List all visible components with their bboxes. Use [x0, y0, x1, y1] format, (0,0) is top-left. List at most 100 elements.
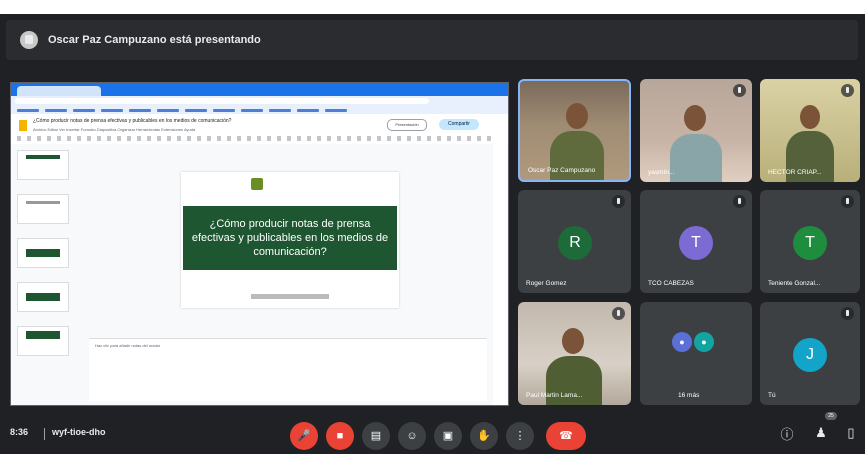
participant-name: Oscar Paz Campuzano: [528, 167, 596, 174]
chat-button[interactable]: ▯: [842, 424, 860, 442]
doc-menu-bar[interactable]: Archivo Editar Ver Insertar Formato Diap…: [33, 127, 195, 132]
participant-name: Tú: [768, 392, 776, 399]
people-icon: ♟: [815, 425, 827, 440]
more-participants-label: 16 más: [678, 392, 700, 399]
browser-tab[interactable]: [17, 86, 101, 96]
bookmark-item[interactable]: [213, 108, 235, 112]
emoji-button[interactable]: ☺: [398, 422, 426, 450]
participant-tile[interactable]: T Teniente Gonzal...: [760, 190, 860, 293]
group-avatar-icon: ●: [694, 332, 714, 352]
participant-avatar: T: [679, 226, 713, 260]
participant-name: yasmín...: [648, 169, 675, 176]
bookmark-item[interactable]: [325, 108, 347, 112]
mic-off-icon: [733, 84, 746, 97]
bookmark-item[interactable]: [185, 108, 207, 112]
group-avatar-icon: ●: [672, 332, 692, 352]
participant-avatar: T: [793, 226, 827, 260]
participant-video: [566, 103, 588, 129]
meeting-code: wyf-tioe-dho: [52, 427, 106, 437]
share-doc-button[interactable]: Compartir: [439, 119, 479, 130]
participant-tile[interactable]: yasmín...: [640, 79, 752, 182]
hangup-icon: ☎: [559, 429, 573, 442]
present-icon: ▣: [442, 429, 454, 442]
slide-filmstrip: [17, 150, 73, 400]
participant-name: Teniente Gonzal...: [768, 280, 821, 287]
participant-tile[interactable]: Paul Martin Lama...: [518, 302, 631, 405]
meeting-controls-bar: 8:36 wyf-tioe-dho 🎤 ■ ▤ ☺ ▣ ✋ ⋮ ☎ ⓘ 25 ♟…: [0, 412, 865, 454]
participant-tile[interactable]: T TCO CABEZAS: [640, 190, 752, 293]
captions-button[interactable]: ▤: [362, 422, 390, 450]
slides-workspace: ¿Cómo producir notas de prensa efectivas…: [11, 144, 508, 405]
slide-canvas: ¿Cómo producir notas de prensa efectivas…: [81, 144, 501, 324]
present-now-button[interactable]: ▣: [434, 422, 462, 450]
info-icon: ⓘ: [780, 426, 794, 442]
slides-header: ¿Cómo producir notas de prensa efectivas…: [11, 114, 508, 145]
mic-off-icon: [841, 307, 854, 320]
leave-call-button[interactable]: ☎: [546, 422, 586, 450]
slide-thumbnail[interactable]: [17, 282, 69, 312]
slide-thumbnail[interactable]: [17, 238, 69, 268]
bookmark-item[interactable]: [297, 108, 319, 112]
emoji-icon: ☺: [406, 429, 418, 442]
mic-off-icon: [841, 195, 854, 208]
slide-presenter-line: [251, 294, 329, 299]
bookmark-item[interactable]: [241, 108, 263, 112]
mic-off-icon: [612, 195, 625, 208]
participant-name: HECTOR CRIAP...: [768, 169, 822, 176]
doc-toolbar[interactable]: [17, 136, 497, 141]
participant-name: Paul Martin Lama...: [526, 392, 583, 399]
participant-tile[interactable]: Oscar Paz Campuzano: [518, 79, 631, 182]
bookmark-item[interactable]: [129, 108, 151, 112]
bookmark-item[interactable]: [157, 108, 179, 112]
shared-screen[interactable]: ¿Cómo producir notas de prensa efectivas…: [10, 82, 509, 406]
url-field[interactable]: [15, 98, 429, 104]
bookmark-item[interactable]: [269, 108, 291, 112]
chat-icon: ▯: [847, 425, 855, 440]
participant-avatar: R: [558, 226, 592, 260]
camera-off-icon: ■: [336, 429, 344, 442]
participant-name: TCO CABEZAS: [648, 280, 694, 287]
mic-off-icon: 🎤: [297, 429, 311, 442]
more-options-button[interactable]: ⋮: [506, 422, 534, 450]
participant-tile-self[interactable]: J Tú: [760, 302, 860, 405]
side-panel: [493, 144, 507, 405]
mic-off-icon: [612, 307, 625, 320]
bookmark-item[interactable]: [73, 108, 95, 112]
meet-window: Oscar Paz Campuzano está presentando ¿Có…: [0, 14, 865, 454]
speaker-notes[interactable]: Haz clic para añadir notas del orador: [89, 338, 487, 401]
current-slide[interactable]: ¿Cómo producir notas de prensa efectivas…: [181, 172, 399, 308]
speaker-notes-placeholder: Haz clic para añadir notas del orador: [95, 343, 161, 348]
present-slides-button[interactable]: Presentación: [387, 119, 427, 131]
slides-logo-icon: [19, 120, 27, 131]
institution-logo-icon: [251, 178, 263, 190]
meeting-info-button[interactable]: ⓘ: [778, 424, 796, 442]
mic-off-icon: [841, 84, 854, 97]
participant-tile[interactable]: HECTOR CRIAP...: [760, 79, 860, 182]
participant-tile[interactable]: R Roger Gomez: [518, 190, 631, 293]
people-button[interactable]: ♟: [812, 424, 830, 442]
captions-icon: ▤: [370, 429, 382, 442]
slide-thumbnail[interactable]: [17, 194, 69, 224]
slide-title: ¿Cómo producir notas de prensa efectivas…: [183, 206, 397, 270]
mic-toggle-button[interactable]: 🎤: [290, 422, 318, 450]
meeting-clock: 8:36: [10, 427, 29, 437]
hand-icon: ✋: [477, 429, 491, 442]
camera-toggle-button[interactable]: ■: [326, 422, 354, 450]
participant-video: [684, 105, 706, 131]
bookmark-item[interactable]: [101, 108, 123, 112]
presenting-icon: [20, 31, 38, 49]
slide-thumbnail[interactable]: [17, 326, 69, 356]
doc-title[interactable]: ¿Cómo producir notas de prensa efectivas…: [33, 118, 231, 124]
bookmarks-bar: [11, 106, 508, 114]
raise-hand-button[interactable]: ✋: [470, 422, 498, 450]
participant-group-tile[interactable]: ● ● 16 más: [640, 302, 752, 405]
participant-video: [562, 328, 584, 354]
participant-count-badge: 25: [825, 412, 837, 420]
bookmark-item[interactable]: [17, 108, 39, 112]
presenter-label: Oscar Paz Campuzano está presentando: [48, 34, 261, 46]
bookmark-item[interactable]: [45, 108, 67, 112]
browser-address-bar: [11, 96, 508, 106]
mic-off-icon: [733, 195, 746, 208]
participant-video: [800, 105, 820, 129]
slide-thumbnail[interactable]: [17, 150, 69, 180]
